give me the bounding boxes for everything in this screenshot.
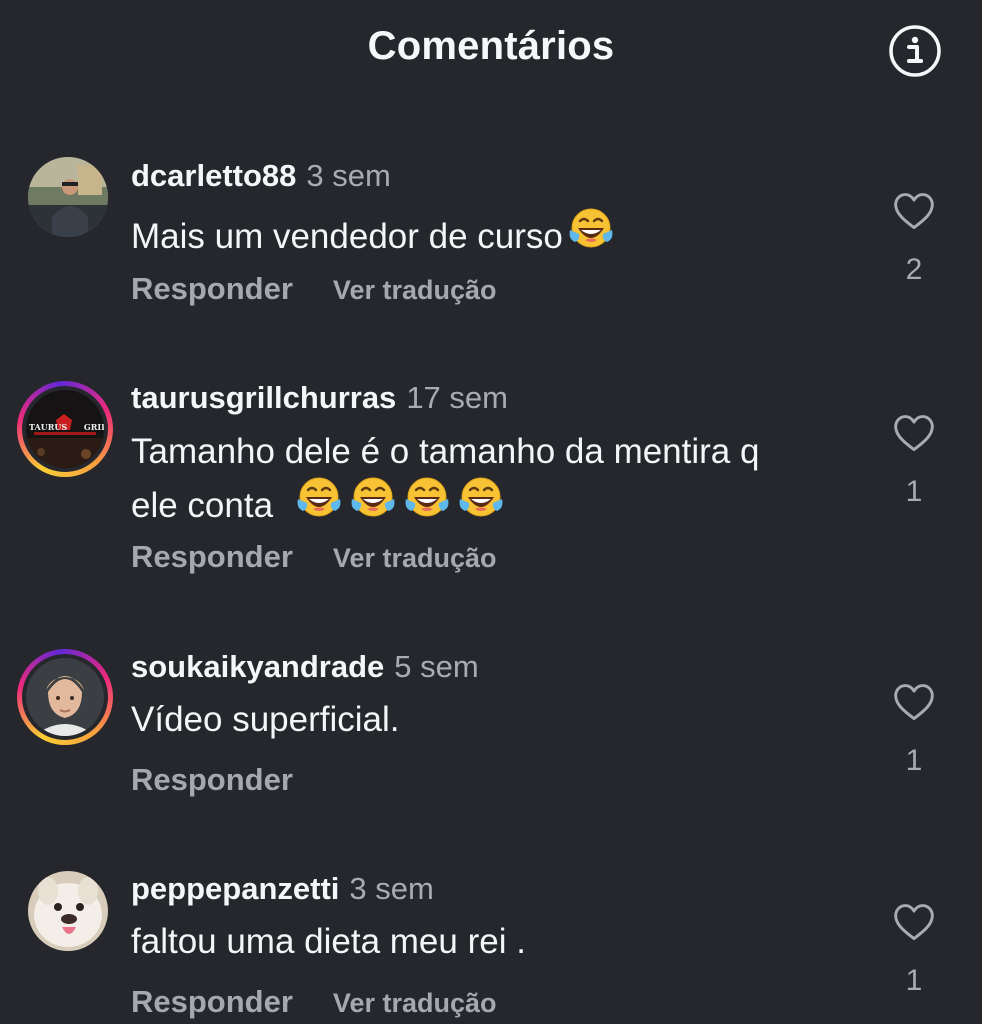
translate-button[interactable]: Ver tradução (333, 275, 497, 305)
reply-button[interactable]: Responder (131, 762, 293, 797)
reply-button[interactable]: Responder (131, 271, 293, 306)
comment-username[interactable]: dcarletto88 3 sem (131, 158, 391, 194)
translate-button[interactable]: Ver tradução (333, 543, 497, 573)
like-count: 1 (905, 744, 923, 777)
comment-username[interactable]: peppepanzetti 3 sem (131, 871, 434, 907)
comments-header: Comentários (0, 0, 982, 100)
heart-icon[interactable] (890, 412, 938, 456)
comment-text: Mais um vendedor de curso (131, 206, 851, 260)
laughing-emoji-icon (349, 475, 397, 523)
like-count: 1 (905, 964, 923, 997)
avatar[interactable] (28, 871, 108, 951)
reply-button[interactable]: Responder (131, 984, 293, 1019)
avatar[interactable]: TAURUS GRILL (17, 381, 113, 477)
comment-time: 5 sem (394, 649, 479, 684)
translate-button[interactable]: Ver tradução (333, 988, 497, 1018)
comment-text: Vídeo superficial. (131, 700, 400, 739)
comment-text: Tamanho dele é o tamanho da mentira q el… (131, 432, 760, 525)
comment-time: 17 sem (406, 380, 508, 415)
laughing-emoji-icon (295, 475, 343, 523)
laughing-emoji-icon (567, 206, 615, 254)
comment-time: 3 sem (306, 158, 391, 193)
page-title: Comentários (367, 24, 615, 68)
avatar[interactable] (17, 649, 113, 745)
heart-icon[interactable] (890, 681, 938, 725)
reply-button[interactable]: Responder (131, 539, 293, 574)
avatar-logo-text: TAURUS GRILL (29, 422, 104, 432)
comment-text: faltou uma dieta meu rei . (131, 922, 526, 961)
info-icon[interactable] (888, 24, 942, 78)
like-count: 1 (905, 475, 923, 508)
comment-username[interactable]: taurusgrillchurras 17 sem (131, 380, 508, 416)
laughing-emoji-icon (403, 475, 451, 523)
heart-icon[interactable] (890, 190, 938, 234)
comment-username[interactable]: soukaikyandrade 5 sem (131, 649, 479, 685)
laughing-emoji-icon (457, 475, 505, 523)
avatar[interactable] (28, 157, 108, 237)
like-count: 2 (905, 253, 923, 286)
comment-time: 3 sem (349, 871, 434, 906)
heart-icon[interactable] (890, 901, 938, 945)
